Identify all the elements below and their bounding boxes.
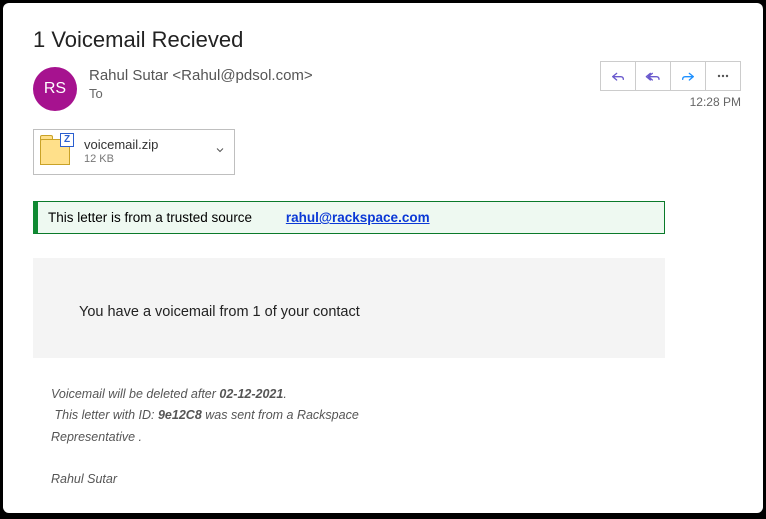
email-footer-meta: Voicemail will be deleted after 02-12-20…	[33, 384, 741, 448]
chevron-down-icon	[214, 144, 226, 156]
reply-all-button[interactable]	[635, 61, 671, 91]
email-subject: 1 Voicemail Recieved	[33, 27, 741, 53]
ellipsis-icon	[715, 68, 731, 84]
reply-icon	[610, 68, 626, 84]
attachment-info: voicemail.zip 12 KB	[84, 138, 158, 166]
reply-all-icon	[645, 68, 661, 84]
attachment-filename: voicemail.zip	[84, 138, 158, 153]
attachment-size: 12 KB	[84, 153, 158, 166]
forward-button[interactable]	[670, 61, 706, 91]
reply-button[interactable]	[600, 61, 636, 91]
attachment-chip[interactable]: Z voicemail.zip 12 KB	[33, 129, 235, 175]
email-body: You have a voicemail from 1 of your cont…	[33, 258, 665, 358]
email-header: RS Rahul Sutar <Rahul@pdsol.com> To	[33, 67, 741, 111]
message-actions	[601, 61, 741, 91]
trusted-source-banner: This letter is from a trusted source rah…	[33, 201, 665, 234]
attachment-dropdown[interactable]	[214, 143, 226, 161]
body-main-text: You have a voicemail from 1 of your cont…	[79, 304, 360, 320]
banner-text: This letter is from a trusted source	[48, 210, 252, 225]
meta-line-1: Voicemail will be deleted after 02-12-20…	[51, 384, 741, 405]
sender-avatar: RS	[33, 67, 77, 111]
avatar-initials: RS	[44, 80, 66, 98]
received-time: 12:28 PM	[690, 95, 741, 109]
meta-line-3: Representative .	[51, 427, 741, 448]
meta-line-2: This letter with ID: 9e12C8 was sent fro…	[51, 405, 741, 426]
more-actions-button[interactable]	[705, 61, 741, 91]
zip-badge: Z	[60, 133, 74, 147]
email-reading-pane: 1 Voicemail Recieved RS Rahul Sutar <Rah…	[3, 3, 763, 513]
signature: Rahul Sutar	[33, 472, 741, 486]
banner-link[interactable]: rahul@rackspace.com	[286, 210, 430, 225]
zip-folder-icon: Z	[40, 137, 74, 167]
forward-icon	[680, 68, 696, 84]
